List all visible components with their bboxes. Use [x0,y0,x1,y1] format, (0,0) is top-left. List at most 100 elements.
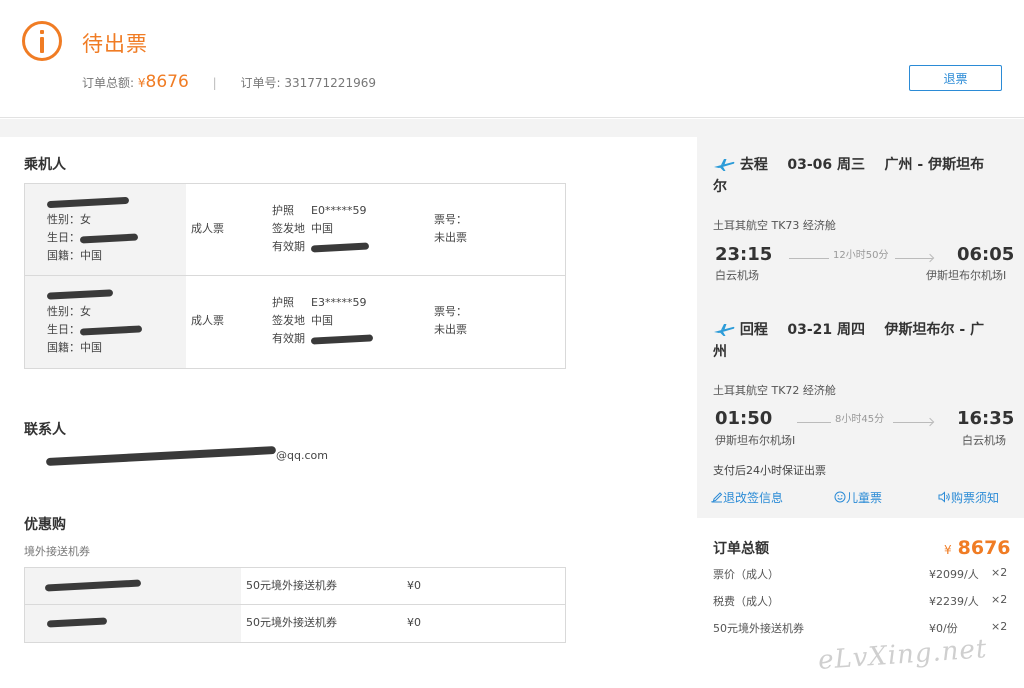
coupon-holder [25,605,241,642]
meta-separator: | [212,76,217,90]
contact-info: @qq.com [45,445,328,467]
order-header: 待出票 订单总额: ¥8676 | 订单号: 331771221969 退票 [0,0,1024,118]
price-row: 票价（成人） ¥2099/人 ×2 [713,566,1010,584]
ticket-no-label: 票号： [434,213,467,226]
refund-change-link[interactable]: 退改签信息 [711,489,783,506]
expiry-date [310,238,370,256]
contact-email-tail: @qq.com [276,449,328,462]
doc-type-label: 护照 [272,204,294,217]
redaction-mark [46,288,114,300]
arrow-icon [925,417,935,427]
price-row-value: ¥2099/人 [929,568,979,581]
inbound-airline: 土耳其航空 TK72 经济舱 [713,384,836,397]
coupon-price: ¥0 [407,616,421,629]
coupon-price: ¥0 [407,579,421,592]
passenger-gender: 性别：女 [47,305,91,318]
contact-title: 联系人 [24,422,66,438]
outbound-arr-airport: 伊斯坦布尔机场I [926,269,1007,282]
outbound-duration: 12小时50分 [833,250,889,261]
speaker-icon [938,491,950,503]
inbound-arr-airport: 白云机场 [962,434,1006,447]
purchase-notice-link[interactable]: 购票须知 [938,489,999,506]
guarantee-note: 支付后24小时保证出票 [713,464,826,477]
outbound-title: 去程 03-06 周三 广州 - 伊斯坦布 尔 [713,154,1008,198]
passenger-nationality: 国籍：中国 [47,249,102,262]
coupon-product: 50元境外接送机券 [246,616,337,629]
passengers-title: 乘机人 [24,157,66,173]
edit-icon [711,492,723,503]
section-divider [0,119,1024,137]
flight-panel: 去程 03-06 周三 广州 - 伊斯坦布 尔 土耳其航空 TK73 经济舱 2… [697,137,1024,518]
doc-type-label: 护照 [272,296,294,309]
redaction-mark [45,445,277,467]
expiry-date [310,330,374,348]
summary-title: 订单总额 [713,541,769,557]
issue-place-label: 签发地 [272,314,305,327]
coupon-product: 50元境外接送机券 [246,579,337,592]
price-row-value: ¥2239/人 [929,595,979,608]
coupons-title: 优惠购 [24,517,66,533]
smile-icon [834,491,846,503]
redaction-mark [79,232,139,244]
outbound-airline: 土耳其航空 TK73 经济舱 [713,219,836,232]
total-label: 订单总额: [82,76,135,90]
order-no: 331771221969 [284,76,376,90]
order-no-label: 订单号: [240,76,281,90]
inbound-route-cont: 州 [713,344,727,360]
arrow-icon [925,253,935,263]
passenger-info: 性别：女 生日： 国籍：中国 [25,184,186,275]
passenger-birth: 生日： [47,229,139,247]
info-icon [22,21,62,61]
issue-place-label: 签发地 [272,222,305,235]
price-row-qty: ×2 [991,620,1008,633]
outbound-dep-airport: 白云机场 [715,269,759,282]
outbound-dep-time: 23:15 [715,244,773,265]
summary-amount: ¥8676 [944,537,1011,559]
ticket-no-label: 票号： [434,305,467,318]
inbound-date: 03-21 周四 [787,322,866,338]
coupon-table: 50元境外接送机券 ¥0 50元境外接送机券 ¥0 [24,567,566,643]
ticket-type: 成人票 [191,314,224,327]
coupons-subtitle: 境外接送机券 [24,545,90,558]
inbound-dep-time: 01:50 [715,408,773,429]
redaction-mark [46,196,130,208]
order-meta: 订单总额: ¥8676 | 订单号: 331771221969 [82,72,376,93]
ticket-type: 成人票 [191,222,224,235]
coupon-row: 50元境外接送机券 ¥0 [25,605,565,642]
doc-number: E0*****59 [311,204,367,217]
inbound-route: 伊斯坦布尔 - 广 [884,322,985,338]
redaction-mark [79,324,143,336]
passenger-gender: 性别：女 [47,213,91,226]
redaction-mark [310,333,374,345]
inbound-label: 回程 [739,322,768,338]
price-row-label: 50元境外接送机券 [713,622,804,635]
passenger-nationality: 国籍：中国 [47,341,102,354]
outbound-date: 03-06 周三 [787,157,866,173]
redaction-mark [46,617,108,628]
passenger-name [46,193,130,211]
price-row-label: 票价（成人） [713,568,779,581]
inbound-dep-airport: 伊斯坦布尔机场I [715,434,796,447]
total-amount: 8676 [145,72,189,92]
price-row-qty: ×2 [991,593,1008,606]
expiry-label: 有效期 [272,332,305,345]
expiry-label: 有效期 [272,240,305,253]
passenger-info: 性别：女 生日： 国籍：中国 [25,276,186,368]
price-row-value: ¥0/份 [929,622,958,635]
child-ticket-link[interactable]: 儿童票 [834,489,882,506]
currency-symbol: ¥ [137,76,146,90]
outbound-route-cont: 尔 [713,179,727,195]
ticket-status: 未出票 [434,323,467,336]
issue-place: 中国 [311,314,333,327]
price-row: 税费（成人） ¥2239/人 ×2 [713,593,1010,611]
redaction-mark [44,579,142,592]
inbound-title: 回程 03-21 周四 伊斯坦布尔 - 广 州 [713,319,1008,363]
plane-icon [714,324,735,336]
refund-button[interactable]: 退票 [909,65,1002,91]
watermark: eLvXing.net [817,634,989,676]
coupon-row: 50元境外接送机券 ¥0 [25,568,565,605]
passenger-row: 性别：女 生日： 国籍：中国 成人票 护照 E0*****59 签发地 中国 有… [25,184,565,276]
outbound-route: 广州 - 伊斯坦布 [884,157,985,173]
price-row-label: 税费（成人） [713,595,779,608]
order-status-title: 待出票 [82,32,148,56]
